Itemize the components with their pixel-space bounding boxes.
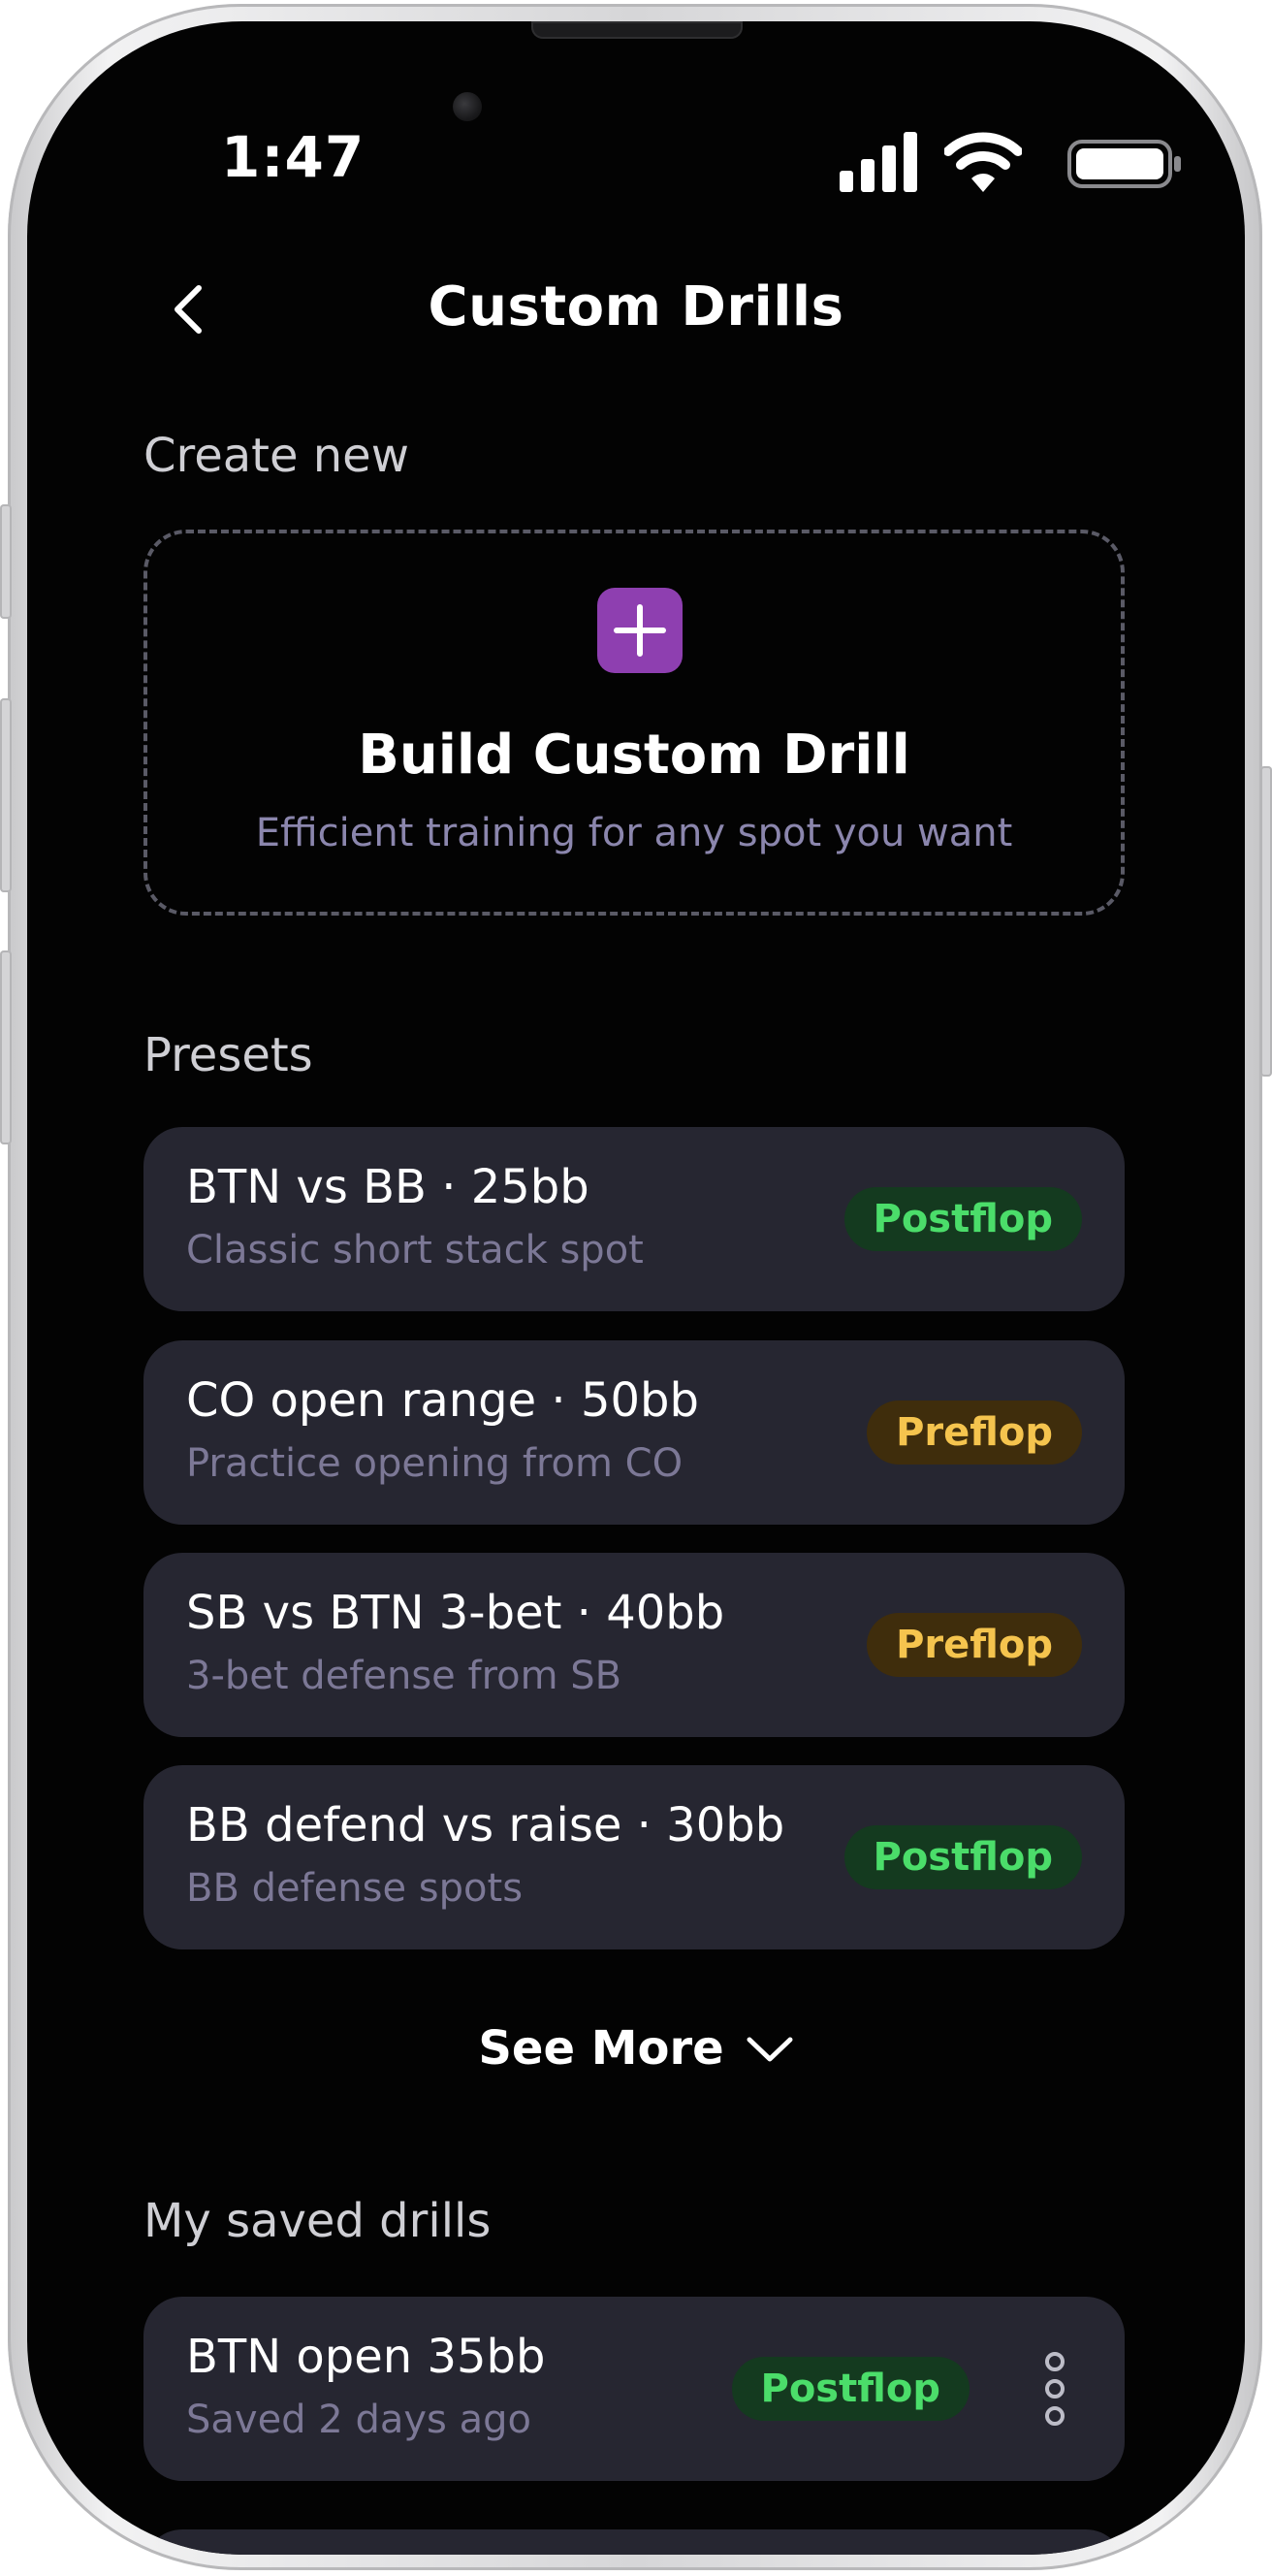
status-icons: [838, 128, 1187, 196]
drill-subtitle: 3-bet defense from SB: [186, 1654, 622, 1698]
drill-title: SB vs BTN 3-bet · 40bb: [186, 1586, 725, 1640]
add-tile: [597, 588, 683, 673]
saved-drill-card-partial: [143, 2529, 1125, 2555]
drill-tag-badge: Preflop: [867, 1613, 1082, 1677]
volume-up-button: [0, 698, 12, 892]
power-button: [1260, 766, 1272, 1077]
drill-title: CO open range · 50bb: [186, 1373, 699, 1428]
cellular-signal-icon: [840, 132, 917, 192]
plus-icon: [614, 604, 666, 657]
earpiece-speaker: [531, 21, 743, 39]
section-title-create: Create new: [143, 429, 409, 483]
drill-tag-badge: Postflop: [843, 1187, 1082, 1251]
drill-subtitle: Practice opening from CO: [186, 1441, 684, 1486]
preset-drill-card[interactable]: SB vs BTN 3-bet · 40bb 3-bet defense fro…: [143, 1553, 1125, 1737]
build-custom-drill-card[interactable]: Build Custom Drill Efficient training fo…: [143, 530, 1125, 916]
drill-title: BTN vs BB · 25bb: [186, 1160, 589, 1214]
app-screen: 1:47 Custom Drills Create new Build Cust…: [27, 21, 1245, 2555]
see-more-label: See More: [478, 2021, 724, 2076]
drill-title: BB defend vs raise · 30bb: [186, 1798, 785, 1852]
preset-drill-card[interactable]: CO open range · 50bb Practice opening fr…: [143, 1340, 1125, 1525]
preset-drill-card[interactable]: BTN vs BB · 25bb Classic short stack spo…: [143, 1127, 1125, 1311]
create-card-title: Build Custom Drill: [358, 724, 910, 787]
front-camera: [453, 92, 482, 121]
status-time: 1:47: [221, 124, 366, 190]
create-card-subtitle: Efficient training for any spot you want: [255, 811, 1013, 855]
more-options-button[interactable]: [1028, 2345, 1082, 2432]
drill-subtitle: BB defense spots: [186, 1866, 524, 1911]
drill-title: BTN open 35bb: [186, 2330, 546, 2384]
chevron-down-icon: [747, 2037, 793, 2062]
drill-subtitle: Classic short stack spot: [186, 1228, 644, 1272]
chevron-left-icon: [175, 285, 202, 334]
battery-icon: [1067, 140, 1181, 188]
section-title-presets: Presets: [143, 1028, 313, 1082]
drill-tag-badge: Postflop: [731, 2357, 970, 2421]
more-vertical-icon: [1045, 2352, 1065, 2426]
drill-tag-badge: Preflop: [867, 1401, 1082, 1465]
action-button: [0, 504, 12, 619]
saved-drill-card[interactable]: BTN open 35bb Saved 2 days ago Postflop: [143, 2297, 1125, 2481]
back-button[interactable]: [153, 275, 221, 343]
section-title-saved: My saved drills: [143, 2194, 492, 2248]
wifi-icon: [944, 132, 1022, 192]
drill-subtitle: Saved 2 days ago: [186, 2398, 531, 2442]
volume-down-button: [0, 950, 12, 1144]
drill-tag-badge: Postflop: [843, 1825, 1082, 1889]
see-more-button[interactable]: See More: [27, 2021, 1245, 2076]
preset-drill-card[interactable]: BB defend vs raise · 30bb BB defense spo…: [143, 1765, 1125, 1949]
